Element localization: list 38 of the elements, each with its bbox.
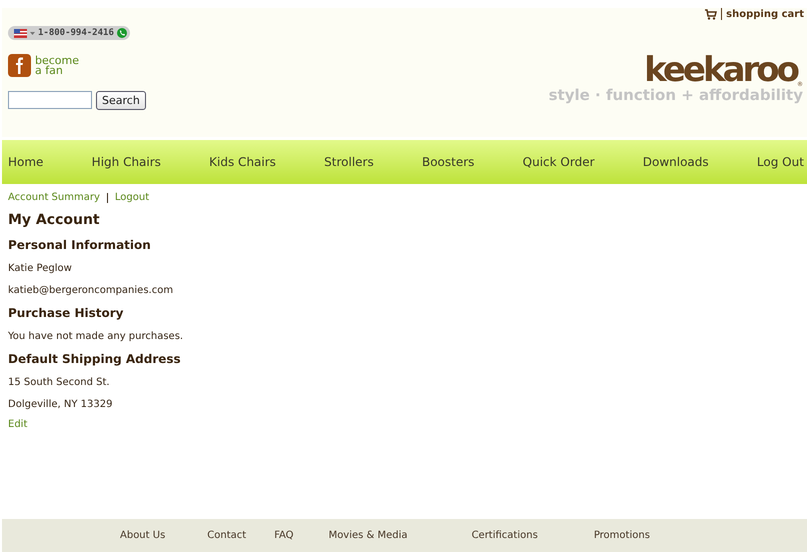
section-heading: Default Shipping Address	[8, 352, 181, 366]
facebook-link[interactable]: become a fan	[35, 56, 80, 76]
page-title: My Account	[8, 212, 100, 228]
info-text: Dolgeville, NY 13329	[8, 399, 112, 410]
brand-tagline: style · function + affordability	[548, 86, 803, 104]
footer-link[interactable]: Contact	[207, 530, 246, 541]
section-heading: Personal Information	[8, 238, 151, 252]
facebook-icon[interactable]	[8, 54, 31, 77]
info-text: 15 South Second St.	[8, 377, 110, 388]
footer-link[interactable]: FAQ	[274, 530, 294, 541]
account-link[interactable]: Logout	[114, 192, 150, 203]
nav-link[interactable]: Log Out	[756, 155, 804, 169]
info-text: katieb@bergeroncompanies.com	[8, 285, 174, 296]
search-button[interactable]: Search	[96, 91, 146, 110]
nav-link[interactable]: Boosters	[422, 155, 474, 169]
footer-link[interactable]: Promotions	[594, 530, 650, 541]
account-link[interactable]: Account Summary	[8, 192, 100, 203]
info-text: Katie Peglow	[8, 263, 72, 274]
caret-icon[interactable]	[30, 32, 35, 34]
phone-number: 1-800-994-2416	[38, 28, 114, 38]
nav-link[interactable]: Kids Chairs	[209, 155, 276, 169]
search-field[interactable]	[8, 91, 92, 109]
nav-link[interactable]: Home	[8, 155, 44, 169]
shopping-cart-link[interactable]: shopping cart	[726, 8, 804, 20]
section-heading: Purchase History	[8, 306, 124, 320]
footer-link[interactable]: About Us	[120, 530, 166, 541]
info-text: You have not made any purchases.	[8, 331, 184, 342]
nav-link[interactable]: Downloads	[642, 155, 709, 169]
cart-icon[interactable]	[705, 8, 718, 20]
nav-link[interactable]: Quick Order	[522, 155, 595, 169]
footer-link[interactable]: Certifications	[472, 530, 538, 541]
edit-link[interactable]: Edit	[8, 419, 28, 430]
brand-logo[interactable]: keekaroo	[644, 52, 797, 88]
nav-link[interactable]: Strollers	[324, 155, 374, 169]
nav-link[interactable]: High Chairs	[92, 155, 161, 169]
footer-link[interactable]: Movies & Media	[328, 530, 408, 541]
phone-icon	[116, 28, 127, 38]
flag-icon[interactable]	[14, 28, 27, 38]
